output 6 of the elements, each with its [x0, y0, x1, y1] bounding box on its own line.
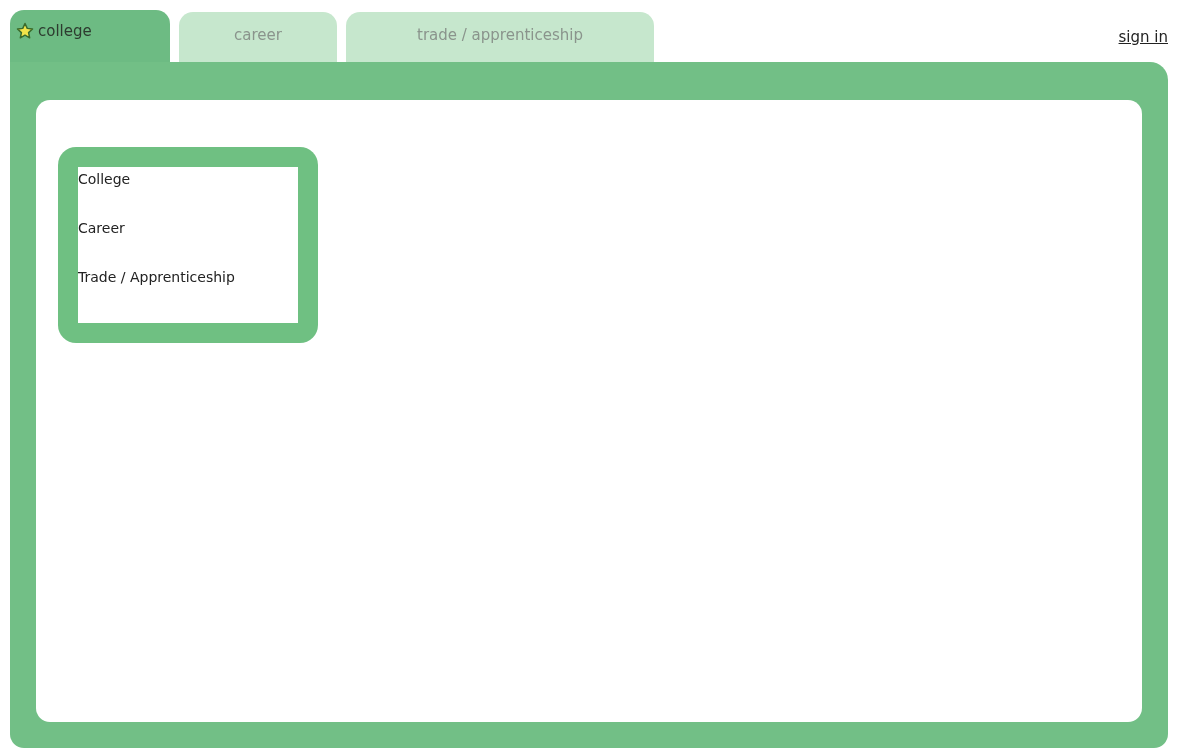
menu-item[interactable]: College — [78, 169, 298, 189]
star-icon — [16, 22, 34, 40]
menu-item[interactable]: Trade / Apprenticeship — [78, 267, 298, 287]
menu-item[interactable]: Career — [78, 218, 298, 238]
sign-in-link[interactable]: sign in — [1118, 25, 1168, 48]
tab[interactable]: college — [10, 10, 170, 62]
